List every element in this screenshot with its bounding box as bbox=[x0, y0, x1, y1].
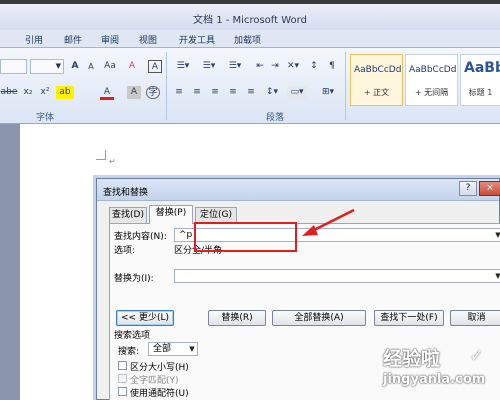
font-group-label: 字体 bbox=[36, 113, 55, 123]
check-icon: ✓ bbox=[470, 346, 484, 365]
search-direction-select[interactable]: 全部 ▼ bbox=[148, 342, 198, 356]
whole-word-label: 全字匹配(Y) bbox=[130, 376, 179, 386]
align-right-icon[interactable]: ≡ bbox=[208, 86, 222, 99]
shrink-font-button[interactable]: A bbox=[84, 60, 98, 73]
wildcards-checkbox[interactable] bbox=[118, 387, 127, 396]
tab-mailings[interactable]: 邮件 bbox=[64, 33, 82, 46]
align-left-icon[interactable]: ≡ bbox=[172, 86, 186, 99]
annotation-arrow-icon bbox=[302, 208, 355, 236]
style-sample: AaBbCcDd bbox=[409, 65, 457, 75]
watermark: 经验啦 ✓ jingyanla.com bbox=[375, 344, 500, 400]
less-button[interactable]: << 更少(L) bbox=[116, 310, 174, 326]
chevron-down-icon[interactable]: ▼ bbox=[493, 270, 500, 282]
group-separator bbox=[166, 52, 167, 120]
find-what-value: ^p bbox=[179, 230, 193, 240]
character-shading-button[interactable]: A bbox=[127, 86, 141, 99]
superscript-button[interactable]: x² bbox=[38, 86, 52, 99]
annotation-highlight-box bbox=[194, 222, 297, 252]
chevron-down-icon[interactable]: ▼ bbox=[493, 229, 500, 241]
style-no-spacing[interactable]: AaBbCcDd + 无间隔 bbox=[405, 54, 458, 106]
font-name-dropdown[interactable] bbox=[0, 59, 27, 74]
options-label: 选项: bbox=[114, 246, 136, 256]
tab-review[interactable]: 审阅 bbox=[101, 33, 119, 46]
find-next-button[interactable]: 查找下一处(F) bbox=[374, 310, 444, 326]
search-direction-label: 搜索: bbox=[118, 347, 140, 357]
tab-developer[interactable]: 开发工具 bbox=[179, 33, 215, 46]
search-options-title: 搜索选项 bbox=[114, 331, 151, 341]
window-title: 文档 1 - Microsoft Word bbox=[193, 15, 307, 26]
justify-icon[interactable]: ≡ bbox=[226, 86, 240, 99]
match-case-checkbox[interactable] bbox=[118, 361, 127, 370]
ribbon: ▼ A A Aa A A abe x₂ x² ab A A 字 字体 ☰▾ ☰▾… bbox=[0, 48, 500, 124]
style-sample: AaBb bbox=[464, 60, 500, 76]
tab-goto[interactable]: 定位(G) bbox=[195, 207, 237, 223]
chevron-down-icon[interactable]: ▼ bbox=[187, 343, 197, 355]
distributed-icon[interactable]: ≡ bbox=[244, 86, 258, 99]
style-name: + 无间隔 bbox=[414, 88, 449, 97]
cancel-button[interactable]: 取消 bbox=[450, 310, 500, 326]
font-color-button[interactable]: A bbox=[100, 86, 114, 100]
style-sample: AaBbCcDd bbox=[354, 65, 402, 75]
sort-icon[interactable]: ↕ bbox=[307, 60, 321, 73]
subscript-button[interactable]: x₂ bbox=[21, 86, 35, 99]
replace-all-button[interactable]: 全部替换(A) bbox=[272, 310, 366, 326]
enclose-characters-button[interactable]: 字 bbox=[146, 86, 160, 99]
paragraph-mark-icon: ↵ bbox=[109, 157, 116, 166]
paragraph-shading-icon[interactable]: ▭▾ bbox=[287, 86, 307, 99]
tab-references[interactable]: 引用 bbox=[25, 33, 43, 46]
clear-format-button[interactable]: A bbox=[125, 60, 139, 73]
highlight-color-button[interactable]: ab bbox=[56, 86, 74, 99]
group-separator bbox=[345, 52, 346, 120]
chinese-layout-icon[interactable]: ✕▾ bbox=[284, 60, 302, 73]
replace-with-input[interactable]: ▼ bbox=[174, 269, 500, 283]
show-marks-icon[interactable]: ¶ bbox=[325, 60, 339, 73]
decrease-indent-icon[interactable]: ⇤ bbox=[253, 60, 267, 73]
wildcards-label: 使用通配符(U) bbox=[130, 389, 189, 399]
close-button[interactable]: × bbox=[479, 181, 500, 196]
tab-replace[interactable]: 替换(P) bbox=[149, 205, 193, 224]
dialog-title-bar: 查找和替换 ? × bbox=[97, 179, 500, 201]
help-button[interactable]: ? bbox=[459, 181, 477, 196]
change-case-button[interactable]: Aa bbox=[103, 60, 117, 73]
strikethrough-button[interactable]: abe bbox=[0, 86, 18, 99]
style-name: + 正文 bbox=[363, 88, 390, 97]
whole-word-checkbox bbox=[118, 374, 127, 383]
borders-icon[interactable]: ⊞▾ bbox=[318, 86, 338, 99]
watermark-url: jingyanla.com bbox=[383, 372, 486, 387]
numbering-icon[interactable]: ☰▾ bbox=[198, 60, 220, 73]
bullets-icon[interactable]: ☰▾ bbox=[172, 60, 194, 73]
replace-with-label: 替换为(I): bbox=[114, 274, 154, 284]
character-border-button[interactable]: A bbox=[148, 60, 162, 73]
ribbon-tab-bar: 引用 邮件 审阅 视图 开发工具 加载项 bbox=[0, 30, 500, 48]
window-top-edge bbox=[0, 0, 500, 4]
search-direction-value: 全部 bbox=[153, 344, 172, 354]
multilevel-list-icon[interactable]: ☰▾ bbox=[224, 60, 246, 73]
paragraph-group-label: 段落 bbox=[266, 113, 285, 123]
dialog-title: 查找和替换 bbox=[103, 188, 149, 198]
style-name: 标题 1 bbox=[468, 88, 493, 97]
watermark-logo-text: 经验啦 bbox=[383, 348, 441, 370]
style-heading-1[interactable]: AaBb 标题 1 bbox=[460, 54, 500, 106]
increase-indent-icon[interactable]: ⇥ bbox=[268, 60, 282, 73]
title-bar: 文档 1 - Microsoft Word bbox=[0, 0, 500, 30]
find-what-label: 查找内容(N): bbox=[114, 232, 167, 242]
align-center-icon[interactable]: ≡ bbox=[190, 86, 204, 99]
line-spacing-icon[interactable]: ↕▾ bbox=[263, 86, 281, 99]
font-size-dropdown[interactable]: ▼ bbox=[30, 59, 64, 74]
crop-mark bbox=[96, 159, 106, 160]
match-case-label: 区分大小写(H) bbox=[130, 363, 189, 373]
tab-addins[interactable]: 加载项 bbox=[234, 33, 261, 46]
grow-font-button[interactable]: A bbox=[68, 60, 82, 73]
tab-find[interactable]: 查找(D) bbox=[109, 207, 147, 223]
replace-button[interactable]: 替换(R) bbox=[208, 310, 266, 326]
style-normal[interactable]: AaBbCcDd + 正文 bbox=[350, 54, 403, 106]
tab-view[interactable]: 视图 bbox=[139, 33, 157, 46]
